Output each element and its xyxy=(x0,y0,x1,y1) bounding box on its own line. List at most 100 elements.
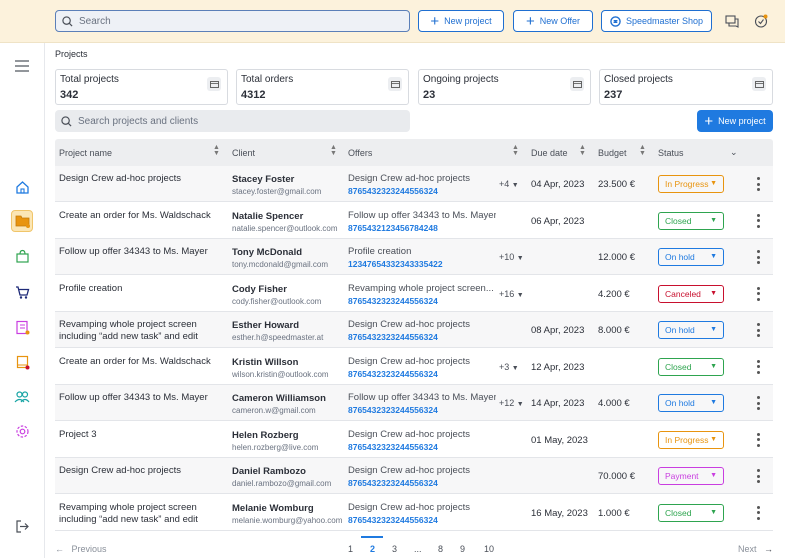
offer-number[interactable]: 8765432323244556324 xyxy=(348,369,438,379)
speedmaster-shop-button[interactable]: Speedmaster Shop xyxy=(601,10,712,32)
row-menu-icon[interactable] xyxy=(755,213,761,228)
users-icon[interactable] xyxy=(11,386,33,408)
settings-icon[interactable] xyxy=(11,420,33,442)
table-row[interactable]: Follow up offer 34343 to Ms. Mayer Tony M… xyxy=(55,239,773,275)
page-number[interactable]: 3 xyxy=(392,544,397,554)
menu-icon[interactable] xyxy=(11,55,33,77)
catalog-icon[interactable] xyxy=(11,316,33,338)
offer-title: Design Crew ad-hoc projects xyxy=(348,501,470,513)
stat-card-total-orders: Total orders 4312 xyxy=(236,69,409,105)
table-row[interactable]: Follow up offer 34343 to Ms. Mayer Camero… xyxy=(55,385,773,421)
row-menu-icon[interactable] xyxy=(755,359,761,374)
header-budget[interactable]: Budget xyxy=(598,148,627,158)
sort-icon[interactable]: ▲ ▼ xyxy=(213,144,220,157)
status-select[interactable]: In Progress ▼ xyxy=(658,175,724,193)
book-icon[interactable] xyxy=(11,351,33,373)
offer-title: Profile creation xyxy=(348,246,412,257)
project-name[interactable]: Follow up offer 34343 to Ms. Mayer xyxy=(59,392,224,404)
more-offers-toggle[interactable]: +16 ▼ xyxy=(499,289,524,299)
more-offers-toggle[interactable]: +3 ▼ xyxy=(499,362,519,372)
offer-number[interactable]: 12347654332343335422 xyxy=(348,259,443,269)
notification-check-icon[interactable] xyxy=(754,14,768,28)
page-number[interactable]: 9 xyxy=(460,544,465,554)
header-due-date[interactable]: Due date xyxy=(531,148,568,158)
row-menu-icon[interactable] xyxy=(755,469,761,483)
page-number[interactable]: 8 xyxy=(438,544,443,554)
offer-title: Follow up offer 34343 to Ms. Mayer xyxy=(348,209,496,221)
header-status[interactable]: Status xyxy=(658,148,684,158)
row-menu-icon[interactable] xyxy=(755,396,761,410)
offer-number[interactable]: 8765432323244556324 xyxy=(348,478,438,488)
project-search-input[interactable]: Search projects and clients xyxy=(55,110,410,132)
project-name[interactable]: Profile creation xyxy=(59,283,224,295)
page-number[interactable]: 10 xyxy=(484,544,494,554)
project-name[interactable]: Create an order for Ms. Waldschack xyxy=(59,210,224,222)
new-offer-button[interactable]: + New Offer xyxy=(513,10,593,32)
more-offers-toggle[interactable]: +10 ▼ xyxy=(499,252,524,262)
plus-icon: + xyxy=(525,12,535,30)
home-icon[interactable] xyxy=(11,176,33,198)
project-name[interactable]: Revamping whole project screen including… xyxy=(59,502,224,526)
next-page-button[interactable]: Next → xyxy=(738,544,773,554)
offer-number[interactable]: 8765432123456784248 xyxy=(348,223,438,233)
table-row[interactable]: Project 3 Helen Rozberg helen.rozberg@live… xyxy=(55,422,773,458)
more-offers-toggle[interactable]: +4 ▼ xyxy=(499,179,519,189)
bag-icon[interactable] xyxy=(11,245,33,267)
status-select[interactable]: On hold ▼ xyxy=(658,248,724,266)
row-menu-icon[interactable] xyxy=(755,286,761,301)
offer-number[interactable]: 8765432323244556324 xyxy=(348,442,438,452)
sort-icon[interactable]: ▲ ▼ xyxy=(512,144,519,157)
page-number[interactable]: 1 xyxy=(348,544,353,554)
page-number[interactable]: 2 xyxy=(370,544,375,554)
table-row[interactable]: Revamping whole project screen including… xyxy=(55,495,773,531)
status-select[interactable]: On hold ▼ xyxy=(658,321,724,339)
project-name[interactable]: Design Crew ad-hoc projects xyxy=(59,173,224,185)
status-select[interactable]: On hold ▼ xyxy=(658,394,724,412)
projects-icon[interactable] xyxy=(11,210,33,232)
row-menu-icon[interactable] xyxy=(755,250,761,264)
global-search-input[interactable]: Search xyxy=(55,10,410,32)
project-name[interactable]: Revamping whole project screen including… xyxy=(59,319,224,343)
chat-icon[interactable] xyxy=(725,14,739,28)
header-project-name[interactable]: Project name xyxy=(59,148,112,158)
sort-icon[interactable]: ▲ ▼ xyxy=(639,144,646,157)
table-row[interactable]: Create an order for Ms. Waldschack Kristi… xyxy=(55,349,773,385)
offer-number[interactable]: 8765432323244556324 xyxy=(348,186,438,196)
row-menu-icon[interactable] xyxy=(755,177,761,191)
logout-icon[interactable] xyxy=(11,515,33,537)
cart-icon[interactable] xyxy=(11,281,33,303)
offer-number[interactable]: 8765432323244556324 xyxy=(348,296,438,306)
header-offers[interactable]: Offers xyxy=(348,148,372,158)
header-client[interactable]: Client xyxy=(232,148,255,158)
project-name[interactable]: Follow up offer 34343 to Ms. Mayer xyxy=(59,246,224,258)
offer-number[interactable]: 8765432323244556324 xyxy=(348,332,438,342)
sort-icon[interactable]: ▲ ▼ xyxy=(579,144,586,157)
new-project-button[interactable]: + New project xyxy=(697,110,773,132)
table-row[interactable]: Profile creation Cody Fisher cody.fisher@o… xyxy=(55,276,773,312)
chevron-down-icon[interactable]: ⌄ xyxy=(730,147,738,158)
stat-card-ongoing-projects: Ongoing projects 23 xyxy=(418,69,591,105)
new-project-top-button[interactable]: + New project xyxy=(418,10,504,32)
offer-number[interactable]: 8765432323244556324 xyxy=(348,515,438,525)
status-select[interactable]: Closed ▼ xyxy=(658,211,724,230)
table-row[interactable]: Revamping whole project screen including… xyxy=(55,312,773,348)
project-name[interactable]: Design Crew ad-hoc projects xyxy=(59,465,224,477)
table-row[interactable]: Design Crew ad-hoc projects Daniel Ramboz… xyxy=(55,458,773,494)
sort-icon[interactable]: ▲ ▼ xyxy=(330,144,337,157)
row-menu-icon[interactable] xyxy=(755,432,761,447)
status-select[interactable]: Closed ▼ xyxy=(658,503,724,522)
new-offer-label: New Offer xyxy=(539,16,581,26)
status-select[interactable]: In Progress ▼ xyxy=(658,430,724,449)
row-menu-icon[interactable] xyxy=(755,505,761,520)
project-name[interactable]: Project 3 xyxy=(59,429,224,441)
status-select[interactable]: Closed ▼ xyxy=(658,357,724,376)
offer-number[interactable]: 8765432323244556324 xyxy=(348,405,438,415)
previous-page-button[interactable]: ← Previous xyxy=(55,544,107,554)
table-row[interactable]: Create an order for Ms. Waldschack Natali… xyxy=(55,203,773,239)
more-offers-toggle[interactable]: +12 ▼ xyxy=(499,398,524,408)
status-select[interactable]: Payment ▼ xyxy=(658,467,724,485)
project-name[interactable]: Create an order for Ms. Waldschack xyxy=(59,356,224,368)
row-menu-icon[interactable] xyxy=(755,323,761,337)
table-row[interactable]: Design Crew ad-hoc projects Stacey Foster… xyxy=(55,166,773,202)
status-select[interactable]: Canceled ▼ xyxy=(658,284,724,303)
